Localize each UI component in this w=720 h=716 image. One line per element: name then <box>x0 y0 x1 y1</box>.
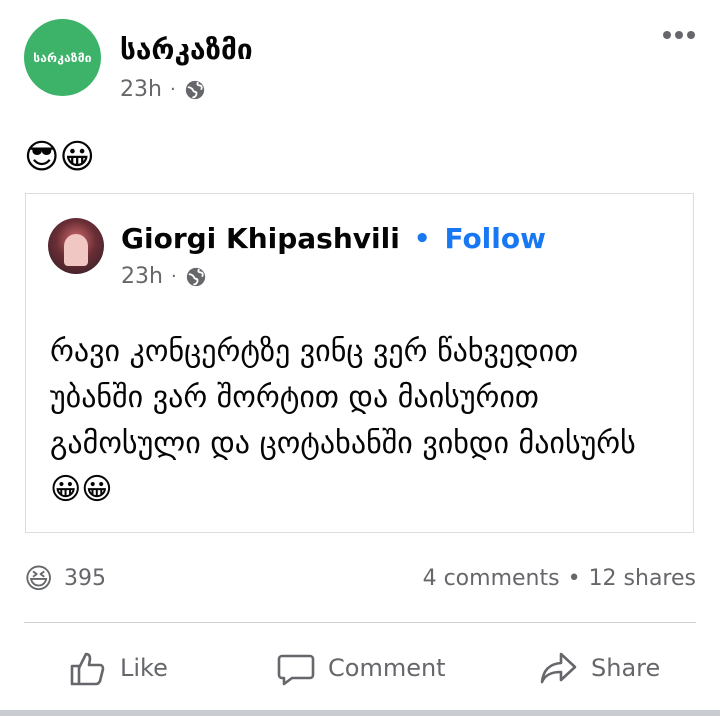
comment-label: Comment <box>328 654 446 682</box>
post-actions: Like Comment Share <box>24 640 696 700</box>
post-text: 😎😀 <box>24 137 95 177</box>
page-avatar[interactable]: სარკაზმი <box>24 19 101 96</box>
post-time[interactable]: 23h <box>120 77 162 102</box>
page-avatar-label: სარკაზმი <box>33 50 92 65</box>
stats-right: 4 comments • 12 shares <box>423 566 696 591</box>
shared-post-time[interactable]: 23h <box>121 264 163 289</box>
follow-button[interactable]: Follow <box>444 222 546 255</box>
feed-separator <box>0 710 720 716</box>
shared-author-name[interactable]: Giorgi Khipashvili <box>121 222 400 255</box>
share-button[interactable]: Share <box>539 648 660 688</box>
haha-reaction-icon[interactable]: 😆 <box>24 564 53 594</box>
thumbs-up-icon <box>70 652 105 686</box>
shared-author-avatar[interactable] <box>48 218 104 274</box>
follow-separator: • <box>413 223 431 254</box>
shared-post-text: რავი კონცერტზე ვინც ვერ წახვედით უბანში … <box>50 334 636 507</box>
shared-post-card[interactable]: Giorgi Khipashvili • Follow 23h · რავი კ… <box>25 193 694 533</box>
engagement-stats: 😆 395 4 comments • 12 shares <box>24 562 696 596</box>
comments-count[interactable]: 4 comments <box>423 566 560 591</box>
share-label: Share <box>591 654 661 682</box>
post-header: სარკაზმი სარკაზმი 23h · <box>24 19 696 111</box>
like-label: Like <box>120 654 168 682</box>
page-name[interactable]: სარკაზმი <box>120 33 253 67</box>
globe-icon <box>185 80 204 99</box>
stats-separator: • <box>567 566 581 591</box>
shared-meta-separator: · <box>170 266 177 287</box>
comment-button[interactable]: Comment <box>276 648 446 688</box>
comment-bubble-icon <box>277 654 315 686</box>
reaction-count[interactable]: 395 <box>64 566 106 591</box>
like-button[interactable]: Like <box>68 648 168 688</box>
shares-count[interactable]: 12 shares <box>589 566 696 591</box>
shared-post-meta: 23h · <box>121 264 207 289</box>
post-meta: 23h · <box>120 77 206 102</box>
shared-author-row: Giorgi Khipashvili • Follow <box>121 222 546 255</box>
meta-separator: · <box>169 79 176 100</box>
more-options-icon[interactable] <box>662 25 696 45</box>
globe-icon <box>186 267 205 286</box>
share-arrow-icon <box>540 652 577 684</box>
actions-divider <box>24 622 696 623</box>
